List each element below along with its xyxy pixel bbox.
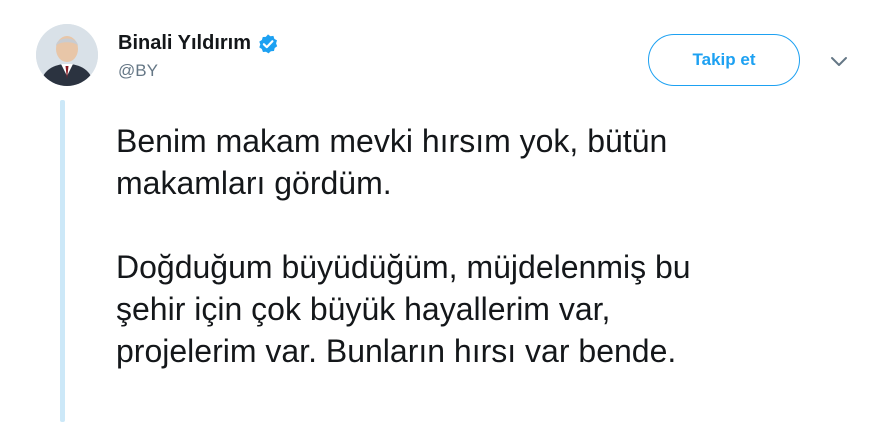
tweet-paragraph-1: Benim makam mevki hırsım yok, bütün maka… bbox=[116, 123, 668, 201]
profile-photo-icon bbox=[36, 24, 98, 86]
avatar[interactable] bbox=[36, 24, 98, 86]
display-name-row: Binali Yıldırım bbox=[118, 32, 279, 55]
display-name[interactable]: Binali Yıldırım bbox=[118, 32, 251, 55]
chevron-down-icon[interactable] bbox=[826, 50, 852, 72]
thread-line bbox=[60, 100, 65, 422]
tweet-paragraph-2: Doğduğum büyüdüğüm, müjdelenmiş bu şehir… bbox=[116, 249, 691, 369]
tweet-text: Benim makam mevki hırsım yok, bütün maka… bbox=[116, 120, 866, 372]
user-handle[interactable]: @BY bbox=[118, 61, 279, 81]
tweet-author: Binali Yıldırım @BY bbox=[118, 32, 279, 81]
verified-badge-icon bbox=[257, 33, 279, 55]
follow-button[interactable]: Takip et bbox=[648, 34, 800, 86]
